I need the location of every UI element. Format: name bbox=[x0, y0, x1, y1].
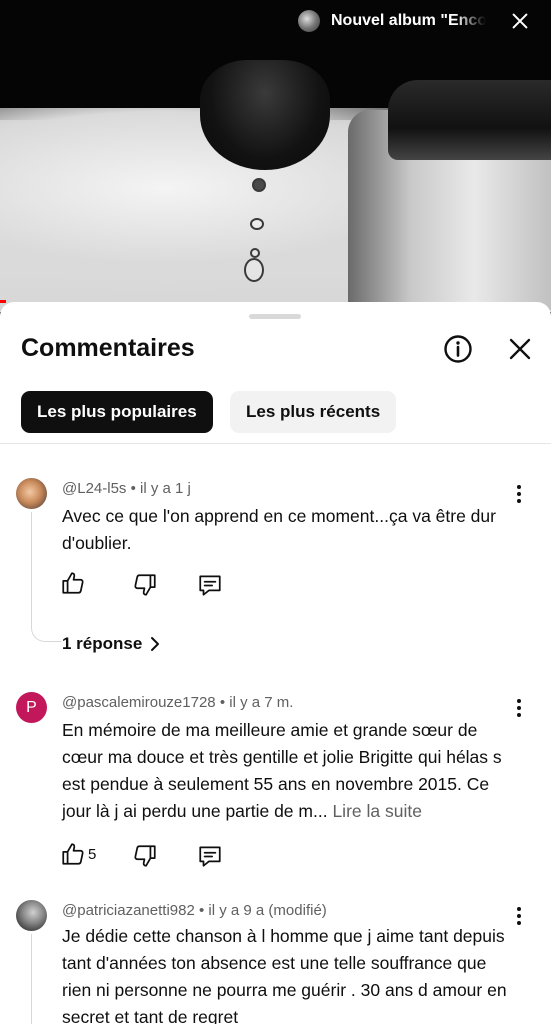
comment-text: Je dédie cette chanson à l homme que j a… bbox=[62, 926, 507, 1024]
view-replies-button[interactable]: 1 réponse bbox=[62, 634, 160, 654]
more-options-icon[interactable] bbox=[508, 697, 530, 719]
now-playing-title: Nouvel album "Encore un soir" bbox=[331, 12, 486, 29]
sort-chip-top[interactable]: Les plus populaires bbox=[21, 391, 213, 433]
close-icon[interactable] bbox=[509, 10, 531, 32]
reply-icon[interactable] bbox=[197, 572, 223, 598]
comment-text: En mémoire de ma meilleure amie et grand… bbox=[62, 717, 514, 825]
drag-handle[interactable] bbox=[249, 314, 301, 319]
divider bbox=[0, 443, 551, 444]
video-frame-drop bbox=[250, 218, 264, 230]
meta-separator: • bbox=[126, 480, 141, 497]
comment-author[interactable]: @pascalemirouze1728 bbox=[62, 694, 216, 711]
sort-chip-newest[interactable]: Les plus récents bbox=[230, 391, 397, 433]
comment-time: il y a 7 m. bbox=[229, 694, 294, 711]
comment-time: il y a 1 j bbox=[140, 480, 191, 497]
chevron-right-icon bbox=[151, 637, 160, 651]
like-icon[interactable] bbox=[60, 570, 86, 596]
meta-separator: • bbox=[194, 902, 209, 919]
video-progress-bar[interactable] bbox=[0, 300, 6, 303]
video-frame-drop bbox=[244, 258, 264, 282]
dislike-icon[interactable] bbox=[132, 843, 158, 869]
video-frame-cap bbox=[388, 80, 551, 160]
comment-meta: @L24-l5s • il y a 1 j bbox=[62, 480, 191, 497]
thread-line bbox=[31, 934, 61, 1024]
reply-icon[interactable] bbox=[197, 843, 223, 869]
replies-label: 1 réponse bbox=[62, 634, 143, 653]
comment-text-content: En mémoire de ma meilleure amie et grand… bbox=[62, 720, 502, 821]
video-player[interactable]: Nouvel album "Encore un soir" bbox=[0, 0, 551, 312]
like-count: 5 bbox=[88, 846, 97, 863]
comments-panel: Commentaires Les plus populaires Les plu… bbox=[0, 302, 551, 1024]
channel-avatar bbox=[298, 10, 320, 32]
thread-line bbox=[31, 512, 61, 642]
avatar[interactable] bbox=[16, 478, 47, 509]
meta-separator: • bbox=[215, 694, 230, 711]
comment-author[interactable]: @patriciazanetti982 bbox=[62, 902, 195, 919]
avatar-letter: P bbox=[26, 698, 37, 716]
video-frame-drop bbox=[250, 248, 260, 258]
comment-meta: @patriciazanetti982 • il y a 9 a (modifi… bbox=[62, 902, 327, 919]
now-playing-bar[interactable]: Nouvel album "Encore un soir" bbox=[298, 8, 486, 34]
like-icon[interactable] bbox=[60, 841, 86, 867]
info-icon[interactable] bbox=[443, 334, 473, 364]
panel-title: Commentaires bbox=[21, 334, 195, 362]
read-more-link[interactable]: Lire la suite bbox=[332, 801, 422, 821]
avatar[interactable] bbox=[16, 900, 47, 931]
more-options-icon[interactable] bbox=[508, 483, 530, 505]
avatar[interactable]: P bbox=[16, 692, 47, 723]
comment-meta: @pascalemirouze1728 • il y a 7 m. bbox=[62, 694, 293, 711]
comment-author[interactable]: @L24-l5s bbox=[62, 480, 126, 497]
comment-text: Avec ce que l'on apprend en ce moment...… bbox=[62, 506, 496, 553]
dislike-icon[interactable] bbox=[132, 572, 158, 598]
close-icon[interactable] bbox=[507, 336, 533, 362]
video-frame-spout bbox=[200, 60, 330, 170]
comment-time: il y a 9 a (modifié) bbox=[208, 902, 327, 919]
video-frame-drop bbox=[252, 178, 266, 192]
